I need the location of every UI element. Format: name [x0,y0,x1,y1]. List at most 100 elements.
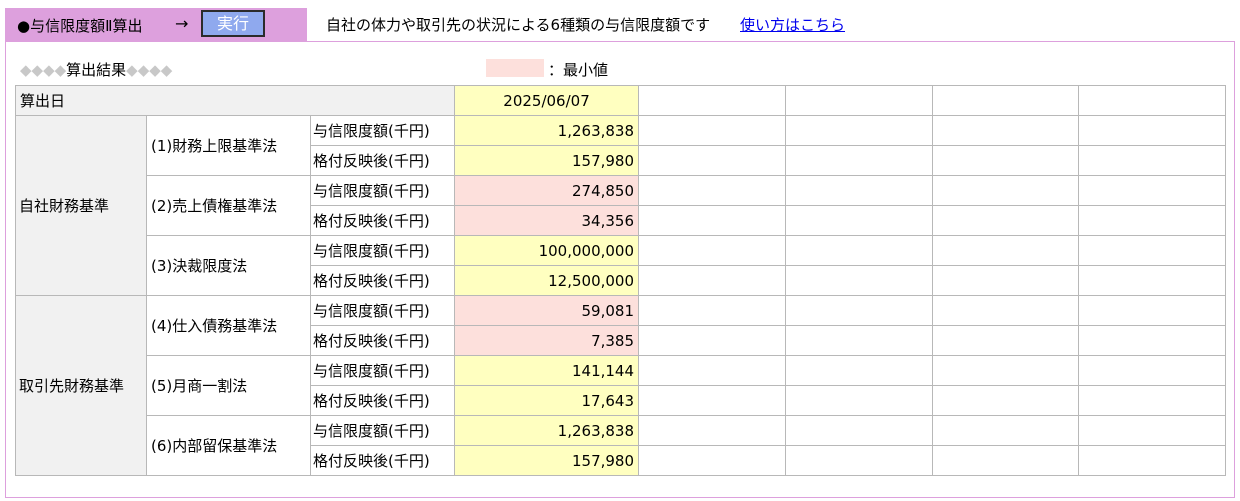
empty-cell [785,265,934,296]
group-label: 自社財務基準 [15,115,147,296]
item-label-limit: 与信限度額(千円) [309,295,456,326]
item-label-rated: 格付反映後(千円) [309,325,456,356]
empty-cell [785,295,934,326]
item-label-rated: 格付反映後(千円) [309,445,456,476]
description-text: 自社の体力や取引先の状況による6種類の与信限度額です [326,16,711,34]
empty-cell [932,325,1080,356]
arrow-icon: → [175,14,189,33]
empty-cell [638,85,787,116]
result-heading-label: 算出結果 [66,61,127,79]
item-label-limit: 与信限度額(千円) [309,355,456,386]
empty-cell [638,295,787,326]
rated-value: 17,643 [454,385,640,416]
empty-cell [932,265,1080,296]
empty-cell [785,175,934,206]
rated-value: 157,980 [454,145,640,176]
empty-cell [932,205,1080,236]
credit-limit-value: 1,263,838 [454,415,640,446]
empty-cell [785,205,934,236]
table-row: (6)内部留保基準法 与信限度額(千円) 1,263,838 [16,415,1227,476]
method-label: (4)仕入債務基準法 [146,295,311,356]
empty-cell [785,445,934,476]
item-label-limit: 与信限度額(千円) [309,235,456,266]
item-label-limit: 与信限度額(千円) [309,415,456,446]
item-label-limit: 与信限度額(千円) [309,115,456,146]
empty-cell [638,235,787,266]
empty-cell [932,175,1080,206]
empty-cell [932,415,1080,446]
empty-cell [785,115,934,146]
rated-value: 7,385 [454,325,640,356]
empty-cell [638,115,787,146]
method-label: (3)決裁限度法 [146,235,311,296]
table-row: 自社財務基準 (1)財務上限基準法 与信限度額(千円) 1,263,838 [15,115,1227,296]
empty-cell [638,385,787,416]
table-row: (5)月商一割法 与信限度額(千円) 141,144 [16,355,1227,416]
empty-cell [1078,205,1227,236]
empty-cell [932,85,1080,116]
top-bar: ●与信限度額Ⅱ算出 → 実行 自社の体力や取引先の状況による6種類の与信限度額で… [0,0,1240,42]
execute-button[interactable]: 実行 [201,10,265,37]
empty-cell [785,145,934,176]
empty-cell [1078,355,1227,386]
empty-cell [638,205,787,236]
empty-cell [785,325,934,356]
empty-cell [1078,415,1227,446]
empty-cell [638,445,787,476]
title-box: ●与信限度額Ⅱ算出 → 実行 [5,8,307,41]
empty-cell [932,385,1080,416]
howto-link[interactable]: 使い方はこちら [740,14,845,35]
empty-cell [785,415,934,446]
result-heading: ◆◆◆◆算出結果◆◆◆◆ [20,59,172,80]
date-row: 算出日 2025/06/07 [14,85,1227,116]
empty-cell [638,355,787,386]
rated-value: 34,356 [454,205,640,236]
empty-cell [785,235,934,266]
rated-value: 12,500,000 [454,265,640,296]
method-label: (6)内部留保基準法 [146,415,311,476]
item-label-rated: 格付反映後(千円) [309,385,456,416]
empty-cell [1078,85,1227,116]
empty-cell [1078,325,1227,356]
empty-cell [1078,265,1227,296]
credit-limit-value: 274,850 [454,175,640,206]
date-label: 算出日 [14,85,456,116]
credit-limit-value: 1,263,838 [454,115,640,146]
empty-cell [638,325,787,356]
item-label-rated: 格付反映後(千円) [309,145,456,176]
result-table-body: 算出日 2025/06/07 自社財務基準 (1)財務上限基準法 与信限度額(千円)… [14,85,1227,476]
diamond-suffix: ◆◆◆◆ [126,61,173,79]
credit-limit-value: 141,144 [454,355,640,386]
group-label: 取引先財務基準 [15,295,147,476]
empty-cell [932,355,1080,386]
method-label: (1)財務上限基準法 [146,115,311,176]
credit-limit-value: 59,081 [454,295,640,326]
result-table: 算出日 2025/06/07 自社財務基準 (1)財務上限基準法 与信限度額(千円)… [14,85,1227,476]
empty-cell [638,145,787,176]
page-title: ●与信限度額Ⅱ算出 [17,17,143,35]
empty-cell [638,265,787,296]
empty-cell [932,115,1080,146]
empty-cell [1078,445,1227,476]
table-row: (3)決裁限度法 与信限度額(千円) 100,000,000 [16,235,1227,296]
empty-cell [1078,115,1227,146]
rated-value: 157,980 [454,445,640,476]
method-label: (2)売上債権基準法 [146,175,311,236]
empty-cell [932,295,1080,326]
item-label-rated: 格付反映後(千円) [309,205,456,236]
min-value-legend: ：最小値 [548,61,609,79]
item-label-rated: 格付反映後(千円) [309,265,456,296]
empty-cell [1078,235,1227,266]
credit-limit-value: 100,000,000 [454,235,640,266]
diamond-prefix: ◆◆◆◆ [20,61,67,79]
item-label-limit: 与信限度額(千円) [309,175,456,206]
empty-cell [785,385,934,416]
table-row: 取引先財務基準 (4)仕入債務基準法 与信限度額(千円) 59,081 [15,295,1227,476]
min-value-swatch [486,59,544,77]
empty-cell [932,145,1080,176]
empty-cell [638,415,787,446]
empty-cell [638,175,787,206]
empty-cell [932,235,1080,266]
empty-cell [785,355,934,386]
empty-cell [1078,385,1227,416]
